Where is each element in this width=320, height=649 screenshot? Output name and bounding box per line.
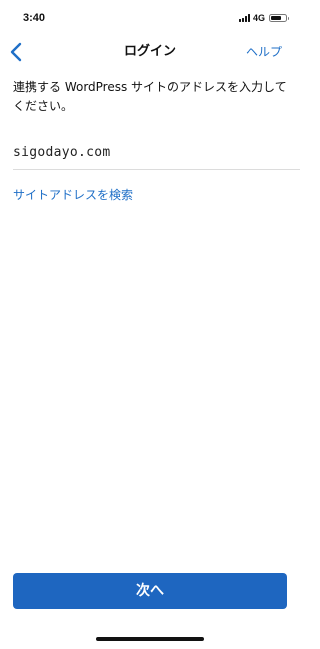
next-button[interactable]: 次へ [13,573,287,609]
status-time: 3:40 [23,12,46,24]
status-indicators: 4G [238,11,289,25]
site-address-field[interactable]: sigodayo.com [13,140,300,170]
status-bar: 3:40 4G [0,0,300,36]
instruction-text: 連携する WordPress サイトのアドレスを入力してください。 [13,80,287,113]
battery-fill [271,16,281,20]
signal-icon [238,14,250,22]
site-address-value: sigodayo.com [13,145,111,160]
battery-icon [269,14,289,22]
help-button[interactable]: ヘルプ [246,44,282,60]
home-indicator [96,637,204,641]
nav-bar: ログイン ヘルプ [0,36,300,68]
network-label: 4G [252,13,265,23]
search-site-address-link[interactable]: サイトアドレスを検索 [13,186,133,204]
